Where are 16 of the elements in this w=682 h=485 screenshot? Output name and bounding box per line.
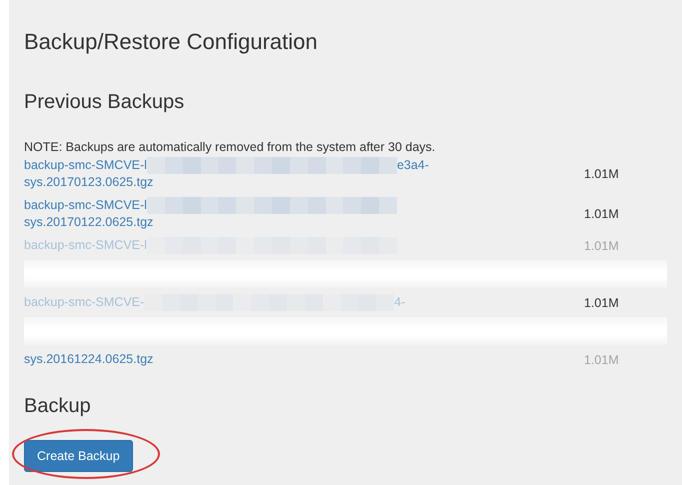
file-size: 1.01M: [584, 167, 619, 181]
section-heading: Backup: [24, 394, 92, 418]
backup-link[interactable]: sys.20170123.0625.tgz: [24, 174, 584, 191]
page-title: Backup/Restore Configuration: [24, 29, 318, 55]
file-size: 1.01M: [584, 352, 619, 366]
create-backup-button[interactable]: Create Backup: [24, 440, 133, 472]
note-text: NOTE: Backups are automatically removed from the system after 30 days.: [24, 139, 436, 155]
section-heading: Previous Backups: [24, 90, 186, 114]
backup-link[interactable]: backup-smc-SMCVE-l: [24, 157, 147, 174]
file-size: 1.01M: [584, 296, 619, 310]
backup-link[interactable]: sys.20170122.0625.tgz: [24, 214, 584, 231]
backup-link[interactable]: backup-smc-SMCVE-l: [24, 197, 147, 214]
file-size: 1.01M: [584, 207, 619, 221]
backup-link[interactable]: sys.20161224.0625.tgz: [24, 351, 584, 368]
file-size: 1.01M: [584, 238, 619, 252]
backup-link[interactable]: e3a4-: [396, 157, 429, 174]
